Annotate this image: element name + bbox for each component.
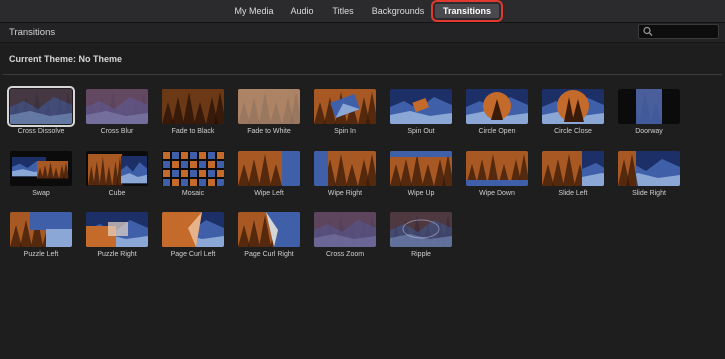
transition-label: Puzzle Left bbox=[23, 251, 59, 258]
transition-page-curl-left[interactable]: Page Curl Left bbox=[160, 212, 226, 260]
transition-doorway[interactable]: Doorway bbox=[616, 89, 682, 137]
transition-thumbnail bbox=[162, 151, 224, 186]
transition-label: Fade to Black bbox=[171, 128, 215, 135]
transition-label: Wipe Left bbox=[254, 190, 284, 197]
transition-label: Slide Right bbox=[632, 190, 666, 197]
transition-cube[interactable]: Cube bbox=[84, 151, 150, 199]
transition-thumbnail bbox=[238, 151, 300, 186]
transition-thumbnail bbox=[7, 86, 75, 127]
transition-thumbnail bbox=[390, 151, 452, 186]
transition-swap[interactable]: Swap bbox=[8, 151, 74, 199]
transition-thumbnail bbox=[390, 89, 452, 124]
transition-label: Fade to White bbox=[247, 128, 291, 135]
transition-label: Wipe Right bbox=[327, 190, 363, 197]
transition-label: Doorway bbox=[635, 128, 663, 135]
transition-thumbnail bbox=[86, 151, 148, 186]
transition-fade-to-white[interactable]: Fade to White bbox=[236, 89, 302, 137]
transition-thumbnail bbox=[238, 89, 300, 124]
transition-label: Page Curl Right bbox=[244, 251, 294, 258]
transition-circle-open[interactable]: Circle Open bbox=[464, 89, 530, 137]
transition-label: Ripple bbox=[411, 251, 431, 258]
transition-slide-left[interactable]: Slide Left bbox=[540, 151, 606, 199]
transition-thumbnail bbox=[618, 89, 680, 124]
transition-cross-dissolve[interactable]: Cross Dissolve bbox=[7, 86, 75, 137]
transition-label: Spin Out bbox=[407, 128, 435, 135]
transition-fade-to-black[interactable]: Fade to Black bbox=[160, 89, 226, 137]
transition-puzzle-right[interactable]: Puzzle Right bbox=[84, 212, 150, 260]
transition-thumbnail bbox=[314, 89, 376, 124]
transition-label: Page Curl Left bbox=[170, 251, 216, 258]
transition-thumbnail bbox=[10, 151, 72, 186]
transition-slide-right[interactable]: Slide Right bbox=[616, 151, 682, 199]
transition-wipe-down[interactable]: Wipe Down bbox=[464, 151, 530, 199]
transition-label: Wipe Down bbox=[479, 190, 515, 197]
transition-label: Spin In bbox=[334, 128, 356, 135]
transition-thumbnail bbox=[466, 151, 528, 186]
transition-thumbnail bbox=[542, 151, 604, 186]
transition-spin-out[interactable]: Spin Out bbox=[388, 89, 454, 137]
transition-label: Wipe Up bbox=[407, 190, 435, 197]
transition-label: Cube bbox=[108, 190, 126, 197]
transition-label: Swap bbox=[32, 190, 50, 197]
transition-thumbnail bbox=[314, 151, 376, 186]
transition-thumbnail bbox=[618, 151, 680, 186]
transition-label: Circle Close bbox=[554, 128, 592, 135]
transition-cross-zoom[interactable]: Cross Zoom bbox=[312, 212, 378, 260]
transition-page-curl-right[interactable]: Page Curl Right bbox=[236, 212, 302, 260]
transition-wipe-up[interactable]: Wipe Up bbox=[388, 151, 454, 199]
transition-label: Puzzle Right bbox=[97, 251, 137, 258]
transition-label: Cross Blur bbox=[100, 128, 134, 135]
transition-label: Mosaic bbox=[181, 190, 205, 197]
transition-thumbnail bbox=[390, 212, 452, 247]
transition-mosaic[interactable]: Mosaic bbox=[160, 151, 226, 199]
transition-thumbnail bbox=[542, 89, 604, 124]
transition-spin-in[interactable]: Spin In bbox=[312, 89, 378, 137]
transition-circle-close[interactable]: Circle Close bbox=[540, 89, 606, 137]
transition-thumbnail bbox=[314, 212, 376, 247]
transition-label: Cross Dissolve bbox=[17, 128, 65, 135]
transition-thumbnail bbox=[86, 89, 148, 124]
transition-thumbnail bbox=[238, 212, 300, 247]
transition-puzzle-left[interactable]: Puzzle Left bbox=[8, 212, 74, 260]
transition-grid: Cross Dissolve Cross Blur Fade to Black Fad… bbox=[0, 0, 725, 359]
transition-label: Circle Open bbox=[478, 128, 516, 135]
transition-thumbnail bbox=[162, 212, 224, 247]
transition-thumbnail bbox=[162, 89, 224, 124]
transition-ripple[interactable]: Ripple bbox=[388, 212, 454, 260]
transition-thumbnail bbox=[86, 212, 148, 247]
transition-thumbnail bbox=[10, 212, 72, 247]
transition-wipe-right[interactable]: Wipe Right bbox=[312, 151, 378, 199]
transition-cross-blur[interactable]: Cross Blur bbox=[84, 89, 150, 137]
transition-label: Slide Left bbox=[558, 190, 588, 197]
transition-label: Cross Zoom bbox=[325, 251, 365, 258]
transition-wipe-left[interactable]: Wipe Left bbox=[236, 151, 302, 199]
transition-thumbnail bbox=[466, 89, 528, 124]
